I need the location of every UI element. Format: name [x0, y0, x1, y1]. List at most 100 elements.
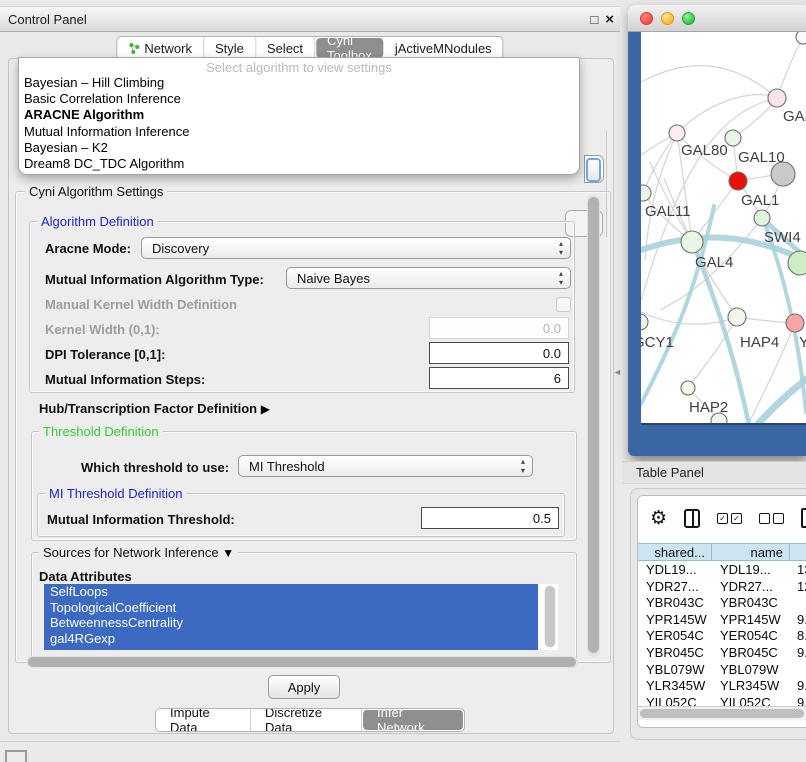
network-view-window[interactable]: GALGAL80GAL10GAL1GAL11SWI4GAL4HAP4YGCY1H…	[628, 5, 806, 456]
select-all-icon[interactable]: ✓✓	[717, 513, 742, 524]
network-node[interactable]	[771, 162, 795, 186]
tab-jactivemnodules[interactable]: jActiveMNodules	[384, 37, 503, 59]
table-cell: YDR27...	[712, 578, 790, 595]
attribute-item[interactable]: BetweennessCentrality	[44, 615, 538, 631]
network-edge-thick[interactable]	[757, 378, 806, 423]
tab-style[interactable]: Style	[204, 37, 256, 59]
table-cell: YBR043C	[712, 594, 790, 611]
network-node-hap4[interactable]	[728, 308, 746, 326]
table-cell: YBL079W	[638, 661, 712, 678]
settings-vertical-scrollbar[interactable]	[587, 195, 600, 657]
table-row[interactable]: YBR043CYBR043C	[638, 594, 806, 611]
mi-algorithm-type-combobox[interactable]: Naive Bayes ▴▾	[286, 267, 571, 289]
network-node-gal[interactable]	[768, 89, 786, 107]
network-node-gal4[interactable]	[681, 231, 703, 253]
table-panel-titlebar[interactable]: Table Panel	[622, 461, 806, 484]
network-edge[interactable]	[650, 162, 692, 242]
mi-threshold-field[interactable]	[421, 507, 559, 529]
tab-cyni-toolbox[interactable]: Cyni Toolbox	[316, 38, 383, 58]
table-cell: YIL052C	[712, 694, 790, 706]
column-header[interactable]: name	[712, 543, 790, 561]
dpi-tolerance-field[interactable]	[429, 342, 569, 364]
deselect-all-icon[interactable]	[759, 513, 784, 524]
dropdown-item[interactable]: Basic Correlation Inference	[19, 91, 579, 107]
control-panel-title: Control Panel	[0, 12, 87, 27]
attribute-item[interactable]: TopologicalCoefficient	[44, 600, 538, 616]
dropdown-item[interactable]: ARACNE Algorithm	[19, 107, 579, 123]
network-node-gal1[interactable]	[729, 172, 747, 190]
table-row[interactable]: YBR045CYBR045C9.	[638, 644, 806, 661]
network-node-gal80[interactable]	[669, 125, 685, 141]
data-attributes-list[interactable]: SelfLoopsTopologicalCoefficientBetweenne…	[44, 584, 558, 650]
export-table-icon[interactable]	[801, 508, 806, 528]
node-label: GCY1	[641, 334, 674, 351]
attribute-item[interactable]: SelfLoops	[44, 584, 538, 600]
combo-arrows-icon: ▴▾	[521, 457, 525, 475]
zoom-traffic-light-icon[interactable]	[682, 12, 695, 25]
kernel-width-field[interactable]	[429, 317, 569, 339]
table-row[interactable]: YDR27...YDR27...12	[638, 578, 806, 595]
dropdown-item[interactable]: Bayesian – Hill Climbing	[19, 75, 579, 91]
network-node-hap2[interactable]	[681, 381, 695, 395]
network-node-swi4[interactable]	[754, 210, 770, 226]
network-edge[interactable]	[777, 37, 803, 98]
tab-network[interactable]: Network	[117, 37, 204, 59]
manual-kernel-width-checkbox[interactable]	[556, 297, 571, 312]
network-node-y[interactable]	[786, 314, 804, 332]
close-panel-icon[interactable]: ×	[605, 12, 614, 27]
tab-select[interactable]: Select	[256, 37, 315, 59]
network-node-gal10[interactable]	[725, 130, 741, 146]
manual-kernel-width-label: Manual Kernel Width Definition	[45, 297, 237, 312]
dropdown-item[interactable]: Dream8 DC_TDC Algorithm	[19, 156, 579, 172]
sources-toggle[interactable]: Sources for Network Inference ▼	[39, 545, 238, 560]
bottom-tab-impute-data[interactable]: Impute Data	[156, 709, 251, 731]
close-traffic-light-icon[interactable]	[640, 12, 653, 25]
algorithm-combobox-fragment[interactable]	[584, 155, 604, 183]
attribute-list-scrollbar[interactable]	[544, 585, 556, 649]
network-node[interactable]	[788, 251, 806, 275]
column-header[interactable]: shared...	[638, 543, 712, 561]
minimize-traffic-light-icon[interactable]	[661, 12, 674, 25]
control-panel-titlebar[interactable]: Control Panel □ ×	[0, 6, 620, 32]
node-table[interactable]: shared...nameA... YDL19...YDL19...13YDR2…	[638, 543, 806, 706]
dropdown-item[interactable]: Mutual Information Inference	[19, 124, 579, 140]
splitter-collapse-arrow[interactable]: ◄	[613, 367, 622, 377]
gear-icon[interactable]: ⚙	[650, 507, 667, 530]
network-canvas-edge	[641, 423, 806, 425]
table-horizontal-scrollbar[interactable]	[638, 706, 806, 720]
algorithm-dropdown-prompt: Select algorithm to view settings	[19, 58, 579, 75]
network-window-titlebar[interactable]	[628, 5, 806, 32]
network-node-gcy1[interactable]	[641, 314, 648, 330]
column-header[interactable]: A...	[790, 543, 806, 561]
table-row[interactable]: YLR345WYLR345W9.	[638, 677, 806, 694]
which-threshold-label: Which threshold to use:	[81, 460, 229, 475]
table-row[interactable]: YDL19...YDL19...13	[638, 561, 806, 578]
settings-horizontal-scrollbar[interactable]	[26, 656, 578, 668]
float-window-icon[interactable]: □	[590, 13, 598, 26]
apply-button[interactable]: Apply	[268, 675, 340, 699]
algorithm-dropdown-items: Bayesian – Hill ClimbingBasic Correlatio…	[19, 75, 579, 172]
table-row[interactable]: YPR145WYPR145W9.	[638, 611, 806, 628]
network-node[interactable]	[796, 32, 806, 44]
which-threshold-combobox[interactable]: MI Threshold ▴▾	[238, 455, 533, 477]
attribute-item[interactable]	[44, 646, 538, 650]
data-attributes-label: Data Attributes	[39, 569, 132, 584]
network-canvas[interactable]: GALGAL80GAL10GAL1GAL11SWI4GAL4HAP4YGCY1H…	[641, 32, 806, 423]
table-row[interactable]: YBL079WYBL079W	[638, 661, 806, 678]
table-row[interactable]: YER054CYER054C8.	[638, 627, 806, 644]
bottom-tab-discretize-data[interactable]: Discretize Data	[251, 709, 362, 731]
network-node-gal11[interactable]	[641, 185, 651, 201]
network-edge[interactable]	[641, 66, 777, 98]
hub-definition-toggle[interactable]: Hub/Transcription Factor Definition ▶	[39, 401, 270, 416]
table-panel-title: Table Panel	[622, 465, 704, 480]
aracne-mode-combobox[interactable]: Discovery ▴▾	[141, 237, 571, 259]
table-row[interactable]: YIL052CYIL052C9.	[638, 694, 806, 706]
dropdown-item[interactable]: Bayesian – K2	[19, 140, 579, 156]
column-browser-icon[interactable]	[684, 509, 700, 528]
docked-panel-icon[interactable]	[5, 750, 27, 762]
network-edge[interactable]	[677, 95, 777, 133]
mi-steps-field[interactable]	[429, 367, 569, 389]
bottom-tab-infer-network[interactable]: Infer Network	[363, 710, 463, 730]
mi-steps-label: Mutual Information Steps:	[45, 372, 205, 387]
attribute-item[interactable]: gal4RGexp	[44, 631, 538, 647]
